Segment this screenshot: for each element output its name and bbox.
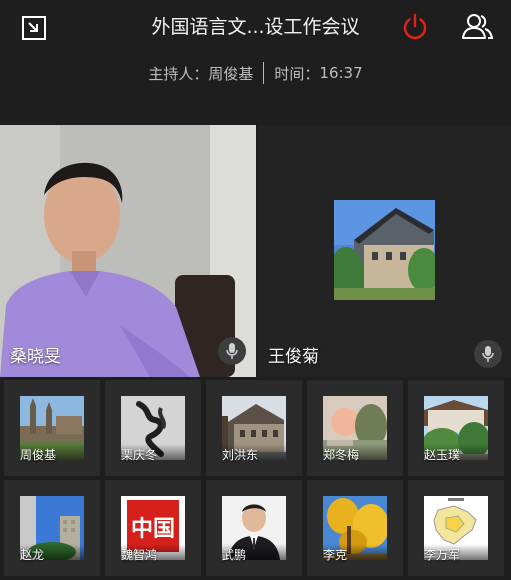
participant-tile[interactable]: 刘洪东: [206, 380, 302, 476]
participant-name: 周俊基: [20, 448, 57, 462]
meeting-info: 主持人： 周俊基 时间： 16:37: [0, 62, 511, 84]
building-photo: [334, 200, 435, 300]
speaker-name: 桑晓旻: [10, 347, 61, 367]
participant-name: 栗庆冬: [121, 448, 158, 462]
participant-tile[interactable]: 武鹏: [206, 480, 302, 576]
participant-tile[interactable]: 周俊基: [4, 380, 100, 476]
time-value: 16:37: [319, 64, 363, 82]
main-video-second[interactable]: 王俊菊: [258, 125, 511, 377]
main-video-speaker[interactable]: 桑晓旻: [0, 125, 256, 377]
participant-avatar-large: [334, 200, 435, 300]
participant-tile[interactable]: 郑冬梅: [307, 380, 403, 476]
microphone-icon: [226, 343, 238, 359]
microphone-icon: [482, 346, 494, 362]
minimize-window-icon: [22, 16, 46, 40]
participant-name: 赵龙: [20, 548, 45, 562]
participant-name: 李万军: [424, 548, 461, 562]
host-label: 主持人：: [148, 64, 209, 83]
participant-name: 刘洪东: [222, 448, 259, 462]
meeting-title: 外国语言文...设工作会议: [151, 16, 360, 38]
end-meeting-button[interactable]: [400, 12, 430, 42]
info-divider: [263, 62, 265, 84]
meeting-header: 外国语言文...设工作会议 主持人： 周俊基 时间： 16:37: [0, 0, 511, 123]
stamp-logo-text: 中国: [131, 516, 175, 542]
participant-name: 赵玉璞: [424, 448, 461, 462]
time-label: 时间：: [274, 64, 320, 83]
participant-tile[interactable]: 赵玉璞: [408, 380, 504, 476]
minimize-window-button[interactable]: [20, 14, 48, 42]
participant-tile[interactable]: 中国 魏智鸿: [105, 480, 201, 576]
power-icon: [403, 13, 427, 40]
members-button[interactable]: [460, 11, 494, 41]
members-icon: [462, 14, 494, 39]
speaker-video-image: [0, 125, 256, 377]
participant-name: 郑冬梅: [323, 448, 360, 462]
host-name: 周俊基: [208, 64, 254, 83]
participant-tile[interactable]: 李克: [307, 480, 403, 576]
participant-tile[interactable]: 赵龙: [4, 480, 100, 576]
speaker-mic-button[interactable]: [218, 337, 246, 365]
participant-name: 魏智鸿: [121, 548, 158, 562]
second-mic-button[interactable]: [474, 340, 502, 368]
participant-tile[interactable]: 李万军: [408, 480, 504, 576]
participant-name: 武鹏: [222, 548, 247, 562]
second-speaker-name: 王俊菊: [268, 347, 319, 367]
participant-tile[interactable]: 栗庆冬: [105, 380, 201, 476]
participant-name: 李克: [323, 548, 348, 562]
